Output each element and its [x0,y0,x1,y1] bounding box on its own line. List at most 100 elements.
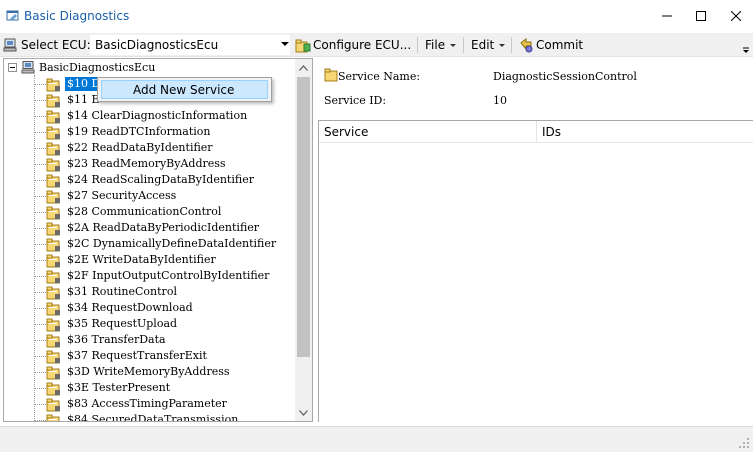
tree-connector [34,403,46,405]
tree-item-label: $34 RequestDownload [67,301,193,314]
tree-connector [34,147,46,149]
toolbar-overflow-icon[interactable] [741,45,751,55]
tree-connector [34,323,46,325]
service-folder-icon [46,78,60,91]
tree-item[interactable]: $83 AccessTimingParameter [34,396,229,412]
tree-connector [34,115,46,117]
tree-connector [34,131,46,133]
ecu-select[interactable]: BasicDiagnosticsEcu [90,35,290,55]
toolbar-separator [511,37,512,53]
service-folder-icon [46,334,60,347]
tree-connector [34,275,46,277]
edit-menu-button[interactable]: Edit [471,33,506,57]
resize-grip-icon[interactable] [738,437,750,449]
app-icon [6,10,19,21]
dropdown-arrow-icon [499,44,506,47]
tree-item[interactable]: $84 SecuredDataTransmission [34,412,240,421]
service-tree-content: BasicDiagnosticsEcu $10 D $11 E $14 ClearD… [4,59,296,421]
service-tree[interactable]: BasicDiagnosticsEcu $10 D $11 E $14 ClearD… [3,58,313,422]
minimize-icon [662,15,672,17]
tree-item[interactable]: $3D WriteMemoryByAddress [34,364,232,380]
tree-item[interactable]: $27 SecurityAccess [34,188,178,204]
service-folder-icon [46,190,60,203]
tree-item-label: $2A ReadDataByPeriodicIdentifier [67,221,260,234]
tree-item[interactable]: $23 ReadMemoryByAddress [34,156,228,172]
tree-scrollbar[interactable] [295,59,312,421]
collapse-icon[interactable] [8,62,17,72]
commit-label: Commit [536,38,584,52]
tree-item[interactable]: $2E WriteDataByIdentifier [34,252,218,268]
ecu-icon [21,60,35,73]
tree-item-label: $22 ReadDataByIdentifier [67,141,213,154]
tree-item-label: $23 ReadMemoryByAddress [67,157,226,170]
ecu-select-value: BasicDiagnosticsEcu [95,38,219,52]
tree-connector [34,211,46,213]
select-ecu-label-group: Select ECU: [3,33,91,57]
tree-item[interactable]: $36 TransferData [34,332,168,348]
tree-item[interactable]: $37 RequestTransferExit [34,348,209,364]
column-header-ids[interactable]: IDs [537,121,753,143]
tree-connector [34,387,46,389]
tree-item[interactable]: $24 ReadScalingDataByIdentifier [34,172,256,188]
commit-button[interactable]: Commit [518,33,583,57]
tree-connector [34,227,46,229]
tree-item-label: $2C DynamicallyDefineDataIdentifier [67,237,277,250]
tree-item[interactable]: $11 E [34,92,102,108]
select-ecu-label: Select ECU: [21,38,91,52]
tree-item[interactable]: $31 RoutineControl [34,284,179,300]
chevron-down-icon [299,409,308,416]
tree-item[interactable]: $10 D [34,76,103,92]
tree-item[interactable]: $34 RequestDownload [34,300,195,316]
service-folder-icon [46,286,60,299]
service-folder-icon [46,94,60,107]
title-bar: Basic Diagnostics [0,0,753,32]
commit-icon [520,37,533,52]
file-menu-button[interactable]: File [425,33,457,57]
service-folder-icon [46,318,60,331]
tree-root[interactable]: BasicDiagnosticsEcu [8,59,155,75]
column-header-service[interactable]: Service [319,121,537,143]
tree-item[interactable]: $19 ReadDTCInformation [34,124,212,140]
service-ids-grid[interactable]: Service IDs [318,120,753,422]
tree-item-label: $19 ReadDTCInformation [67,125,211,138]
tree-connector [34,83,46,85]
tree-item[interactable]: $2F InputOutputControlByIdentifier [34,268,271,284]
tree-item-label: $37 RequestTransferExit [67,349,207,362]
service-folder-icon [46,206,60,219]
scroll-thumb[interactable] [297,77,310,357]
tree-item-label: $2E WriteDataByIdentifier [67,253,216,266]
tree-item[interactable]: $14 ClearDiagnosticInformation [34,108,249,124]
tree-connector [34,419,46,421]
chevron-down-icon[interactable] [281,42,289,46]
tree-connector [34,99,46,101]
service-folder-icon [46,350,60,363]
tree-item[interactable]: $35 RequestUpload [34,316,179,332]
service-folder-icon [46,158,60,171]
configure-ecu-button[interactable]: Configure ECU... [295,33,411,57]
tree-item[interactable]: $3E TesterPresent [34,380,172,396]
tree-item[interactable]: $22 ReadDataByIdentifier [34,140,215,156]
tree-item-label: $24 ReadScalingDataByIdentifier [67,173,254,186]
tree-item-label: $2F InputOutputControlByIdentifier [67,269,270,282]
toolbar-separator [417,37,418,53]
chevron-up-icon [299,64,308,71]
tree-connector [34,371,46,373]
service-name-value: DiagnosticSessionControl [493,70,637,83]
configure-ecu-label: Configure ECU... [313,38,412,52]
service-folder-icon [46,270,60,283]
tree-item[interactable]: $2C DynamicallyDefineDataIdentifier [34,236,278,252]
tree-item[interactable]: $28 CommunicationControl [34,204,223,220]
add-new-service-menu-item[interactable]: Add New Service [101,80,268,99]
scroll-down-arrow[interactable] [295,404,312,421]
maximize-button[interactable] [684,0,718,32]
add-new-service-label: Add New Service [133,82,235,97]
minimize-button[interactable] [650,0,684,32]
scroll-up-arrow[interactable] [295,59,312,76]
status-bar [0,426,753,452]
tree-connector [34,259,46,261]
close-button[interactable] [719,0,753,32]
tree-item[interactable]: $2A ReadDataByPeriodicIdentifier [34,220,261,236]
configure-ecu-icon [295,39,311,52]
tree-connector [34,307,46,309]
service-folder-icon [46,110,60,123]
